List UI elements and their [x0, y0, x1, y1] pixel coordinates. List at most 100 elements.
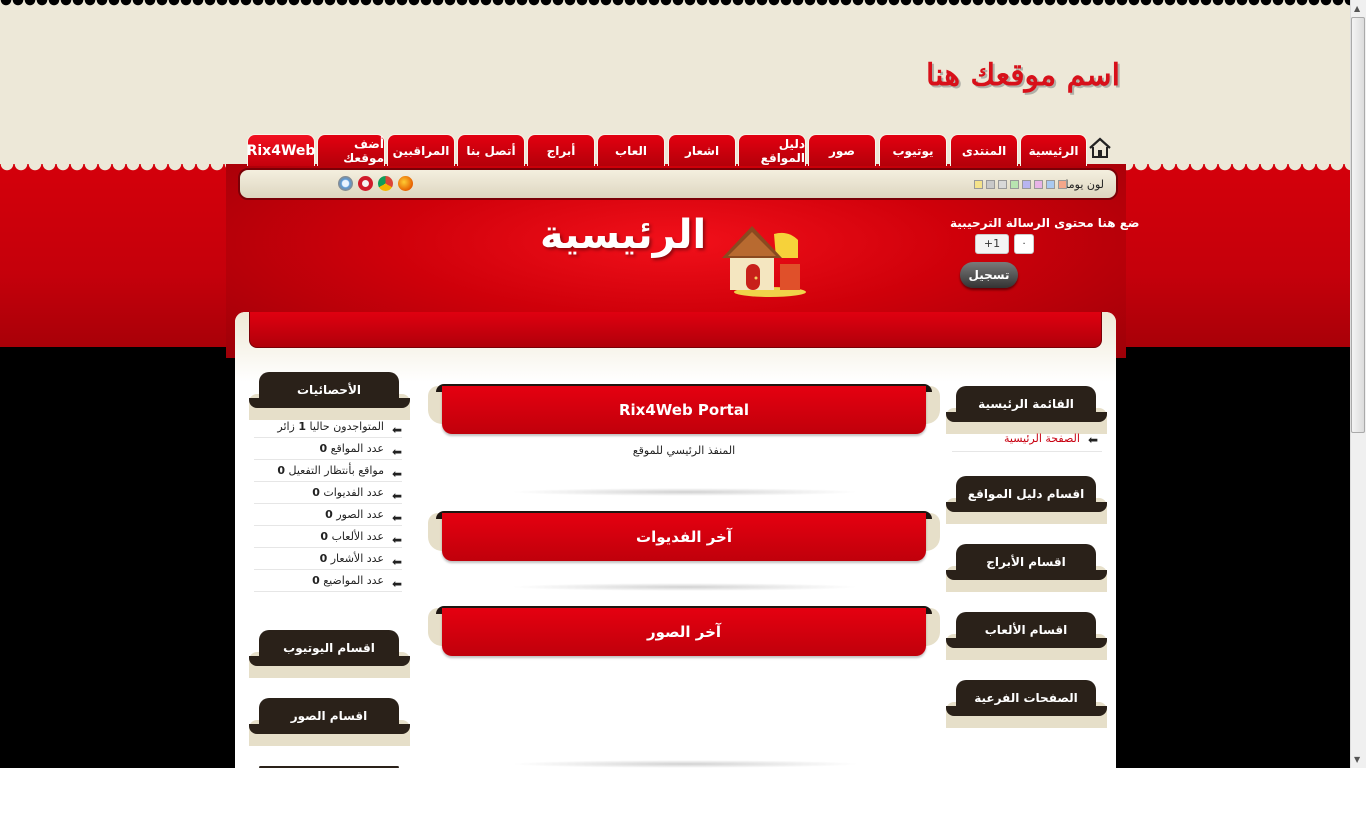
sidebar-box-wing-edge [946, 412, 1107, 422]
gplus-button[interactable]: +1 [975, 234, 1009, 254]
divider-shadow [510, 583, 860, 591]
nav-tab-label: دليل المواقع [760, 136, 805, 165]
stat-label: عدد المواضيع [323, 574, 384, 587]
nav-tab-label: العاب [615, 143, 647, 158]
portal-title: Rix4Web Portal [618, 401, 750, 419]
scrollbar-thumb[interactable] [1351, 17, 1365, 433]
chrome-icon[interactable] [378, 176, 393, 191]
color-swatch[interactable] [1058, 180, 1067, 189]
main-navigation: الرئيسية المنتدى يوتيوب صور دليل المواقع… [246, 132, 1116, 166]
nav-tab-label: المراقبين [392, 143, 450, 158]
stat-label: عدد الفديوات [323, 486, 384, 499]
arrow-icon: ⬅ [391, 577, 402, 591]
sidebar-box-wing-edge [946, 638, 1107, 648]
main-menu-title: القائمة الرئيسية [978, 397, 1074, 411]
page-viewport: اسم موقعك هنا الرئيسية المنتدى يوتيوب صو… [0, 0, 1350, 768]
house-icon [722, 226, 806, 297]
stat-row-videos: ⬅ عدد الفديوات 0 [254, 482, 402, 504]
nav-tab-poems[interactable]: اشعار [668, 134, 736, 166]
stat-label: المتواجدون حاليا [309, 420, 384, 433]
sidebar-box-wing-edge [946, 570, 1107, 580]
welcome-message: ضع هنا محتوى الرسالة الترحيبية [950, 216, 1140, 230]
scroll-down-arrow-icon[interactable]: ▼ [1354, 755, 1360, 764]
nav-tab-label: Rix4Web [246, 142, 316, 159]
home-page-link[interactable]: الصفحة الرئيسية [1004, 432, 1080, 445]
page-title: الرئيسية [540, 212, 707, 258]
arrow-icon: ⬅ [1087, 433, 1098, 447]
youtube-sections-title: اقسام اليوتيوب [283, 641, 375, 655]
divider-shadow [510, 488, 860, 496]
portal-subtitle: المنفذ الرئيسي للموقع [632, 444, 736, 457]
nav-tab-forum[interactable]: المنتدى [950, 134, 1018, 166]
stat-value: 0 [277, 464, 286, 477]
sidebar-box-wing-edge [946, 502, 1107, 512]
stats-title: الأحصائيات [297, 383, 361, 397]
stat-value: 0 [312, 574, 320, 587]
nav-tab-label: يوتيوب [892, 143, 934, 158]
stat-row-pending: ⬅ مواقع بأنتظار التفعيل 0 [254, 460, 402, 482]
home-icon[interactable] [1088, 136, 1112, 160]
stat-value: 0 [312, 486, 320, 499]
nav-tab-label: صور [828, 143, 856, 158]
stat-value: 0 [319, 552, 328, 565]
nav-tab-rix4web[interactable]: Rix4Web [247, 134, 315, 166]
nav-tab-label: أبراج [546, 143, 576, 158]
sidebar-box-wing-edge [249, 398, 410, 408]
latest-videos-title: آخر الفديوات [636, 528, 732, 546]
sidebar-box-wing-edge [249, 724, 410, 734]
nav-tab-horoscopes[interactable]: أبراج [527, 134, 595, 166]
toolbar-bar: لون يومك : [238, 168, 1118, 200]
stat-row-online: ⬅ المتواجدون حاليا 1 زائر [254, 416, 402, 438]
stat-suffix: زائر [277, 420, 295, 433]
nav-tab-add-site[interactable]: أضف موقعك [317, 134, 385, 166]
stat-row-photos: ⬅ عدد الصور 0 [254, 504, 402, 526]
color-swatch[interactable] [1022, 180, 1031, 189]
firefox-icon[interactable] [398, 176, 413, 191]
scroll-up-arrow-icon[interactable]: ▲ [1354, 4, 1360, 13]
stat-label: عدد الألعاب [331, 530, 384, 543]
stat-row-sites: ⬅ عدد المواقع 0 [254, 438, 402, 460]
content-top-red-bar [249, 312, 1102, 348]
register-button[interactable]: تسجيل [960, 262, 1018, 288]
safari-icon[interactable] [338, 176, 353, 191]
nav-tab-home[interactable]: الرئيسية [1020, 134, 1087, 166]
latest-photos-title: آخر الصور [646, 623, 722, 641]
videos-box-header: آخر الفديوات [442, 513, 926, 561]
stat-label: عدد الأشعار [330, 552, 384, 565]
window-bottom-blank [0, 768, 1366, 832]
nav-tab-label: أتصل بنا [466, 143, 516, 158]
nav-tab-label: المنتدى [961, 143, 1007, 158]
portal-box-header: Rix4Web Portal [442, 386, 926, 434]
color-swatch[interactable] [998, 180, 1007, 189]
subpages-title: الصفحات الفرعية [974, 691, 1078, 705]
photos-box-header: آخر الصور [442, 608, 926, 656]
color-swatch[interactable] [986, 180, 995, 189]
color-swatch[interactable] [1010, 180, 1019, 189]
sidebar-box-wing-edge [946, 706, 1107, 716]
nav-tab-directory[interactable]: دليل المواقع [738, 134, 806, 166]
color-swatch[interactable] [1034, 180, 1043, 189]
stat-row-games: ⬅ عدد الألعاب 0 [254, 526, 402, 548]
nav-tab-youtube[interactable]: يوتيوب [879, 134, 947, 166]
stat-row-poems: ⬅ عدد الأشعار 0 [254, 548, 402, 570]
site-logo[interactable]: اسم موقعك هنا [926, 58, 1120, 93]
opera-icon[interactable] [358, 176, 373, 191]
directory-sections-title: اقسام دليل المواقع [967, 487, 1085, 501]
stat-value: 1 [298, 420, 307, 433]
nav-tab-label: اشعار [684, 143, 720, 158]
gplus-count: ٠ [1014, 234, 1034, 254]
nav-tab-label: أضف موقعك [343, 136, 384, 165]
nav-tab-moderators[interactable]: المراقبين [387, 134, 455, 166]
nav-tab-label: الرئيسية [1028, 143, 1079, 158]
nav-tab-games[interactable]: العاب [597, 134, 665, 166]
stat-value: 0 [325, 508, 333, 521]
sidebar-box-wing-edge [249, 656, 410, 666]
divider-shadow [510, 760, 860, 768]
stat-label: مواقع بأنتظار التفعيل [288, 464, 384, 477]
nav-tab-photos[interactable]: صور [808, 134, 876, 166]
games-sections-title: اقسام الألعاب [984, 623, 1068, 637]
stat-row-topics: ⬅ عدد المواضيع 0 [254, 570, 402, 592]
nav-tab-contact[interactable]: أتصل بنا [457, 134, 525, 166]
color-swatch[interactable] [1046, 180, 1055, 189]
color-swatch[interactable] [974, 180, 983, 189]
